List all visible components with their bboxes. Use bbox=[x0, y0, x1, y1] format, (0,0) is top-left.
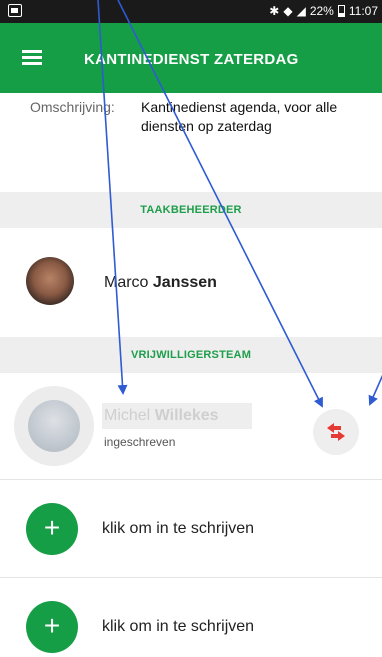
volunteer-row[interactable]: Michel Willekes ingeschreven bbox=[0, 383, 382, 480]
signal-icon: ◢ bbox=[296, 4, 306, 18]
battery-percentage: 22% bbox=[309, 4, 334, 18]
status-icons: ✱ ◆ ◢ 22% 11:07 bbox=[269, 4, 378, 18]
volunteer-status: ingeschreven bbox=[104, 435, 176, 449]
signup-slot[interactable]: + klik om in te schrijven bbox=[0, 578, 382, 657]
manager-row[interactable]: Marco Janssen bbox=[0, 245, 382, 325]
bluetooth-icon: ✱ bbox=[269, 4, 280, 18]
signup-label[interactable]: klik om in te schrijven bbox=[102, 520, 254, 538]
battery-icon bbox=[337, 5, 345, 17]
status-bar: ✱ ◆ ◢ 22% 11:07 bbox=[0, 0, 382, 23]
signup-label[interactable]: klik om in te schrijven bbox=[102, 618, 254, 636]
description-label: Omschrijving: bbox=[30, 99, 115, 115]
swap-button[interactable] bbox=[313, 409, 359, 455]
manager-first-name: Marco bbox=[104, 274, 149, 291]
app-bar: KANTINEDIENST ZATERDAG bbox=[0, 23, 382, 93]
description-value: Kantinedienst agenda, voor alle diensten… bbox=[141, 99, 338, 134]
page-title: KANTINEDIENST ZATERDAG bbox=[84, 51, 299, 68]
volunteer-last-name: Willekes bbox=[154, 407, 219, 424]
signup-slot[interactable]: + klik om in te schrijven bbox=[0, 480, 382, 578]
volunteer-name: Michel Willekes bbox=[104, 407, 219, 425]
image-notification-icon bbox=[8, 4, 22, 17]
manager-last-name: Janssen bbox=[152, 274, 217, 291]
swap-arrows-icon bbox=[327, 423, 345, 441]
clock: 11:07 bbox=[348, 4, 378, 18]
menu-icon[interactable] bbox=[22, 50, 42, 65]
wifi-icon: ◆ bbox=[283, 4, 293, 18]
volunteer-avatar[interactable] bbox=[28, 400, 80, 452]
manager-avatar bbox=[26, 257, 74, 305]
section-header-volunteers: VRIJWILLIGERSTEAM bbox=[0, 337, 382, 373]
description: Omschrijving: Kantinedienst agenda, voor… bbox=[30, 98, 375, 136]
manager-name: Marco Janssen bbox=[104, 274, 217, 292]
section-header-manager: TAAKBEHEERDER bbox=[0, 192, 382, 228]
add-signup-button[interactable]: + bbox=[26, 601, 78, 653]
volunteer-first-name: Michel bbox=[104, 407, 151, 424]
add-signup-button[interactable]: + bbox=[26, 503, 78, 555]
